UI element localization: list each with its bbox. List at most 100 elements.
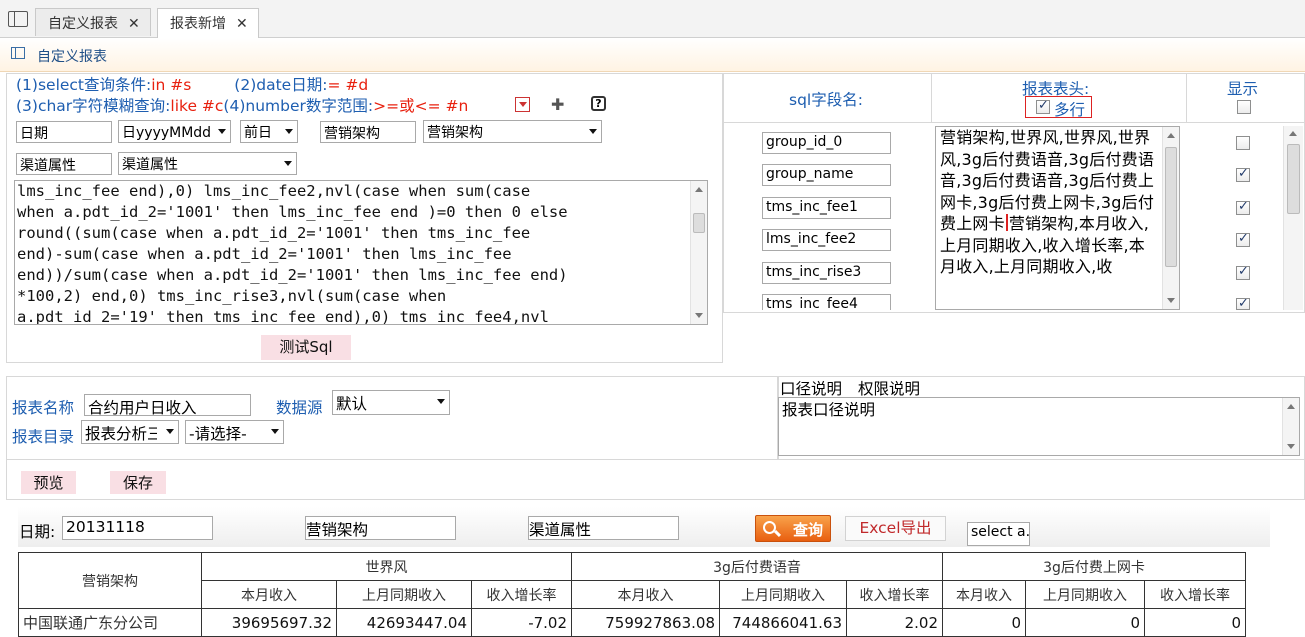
divider: [931, 73, 932, 123]
channel-label-field[interactable]: 渠道属性: [16, 153, 112, 175]
display-heading: 显示: [1227, 80, 1259, 98]
report-name-label: 报表名称: [12, 399, 75, 417]
sql-preview-input[interactable]: select a.c: [967, 522, 1030, 546]
field-name-list: group_id_0 group_name tms_inc_fee1 lms_i…: [725, 124, 931, 310]
cell-value: 744866041.63: [719, 608, 847, 637]
date-label-field[interactable]: 日期: [16, 121, 112, 143]
multiline-label: 多行: [1054, 101, 1086, 119]
select-value: 日yyyyMMdd: [122, 125, 212, 141]
result-table: 营销架构 世界风 3g后付费语音 3g后付费上网卡 本月收入 上月同期收入 收入…: [18, 552, 1246, 637]
sub-header: 本月收入: [942, 580, 1026, 609]
help-icon[interactable]: ?: [591, 96, 606, 111]
report-header-textarea[interactable]: 营销架构,世界风,世界风,世界风,3g后付费语音,3g后付费语音,3g后付费语音…: [935, 126, 1180, 310]
field-name-input[interactable]: lms_inc_fee2: [762, 229, 891, 251]
datasource-label: 数据源: [276, 399, 323, 417]
scrollbar[interactable]: [1162, 127, 1179, 309]
sql-text: lms_inc_fee end),0) lms_inc_fee2,nvl(cas…: [17, 182, 568, 325]
hint-value: in #s: [151, 76, 192, 94]
select-value: 渠道属性: [122, 157, 178, 173]
header-text: 营销架构,世界风,世界风,世界风,3g后付费语音,3g后付费语音,3g后付费语音…: [936, 127, 1179, 278]
dropdown-icon[interactable]: [515, 97, 530, 112]
display-checkbox[interactable]: [1236, 136, 1250, 150]
hint-value: = #d: [327, 76, 369, 94]
test-sql-button[interactable]: 测试Sql: [261, 335, 351, 360]
display-checkbox[interactable]: [1236, 231, 1250, 247]
multiline-checkbox[interactable]: [1036, 98, 1050, 114]
tab-custom-report[interactable]: 自定义报表 ✕: [35, 8, 151, 36]
sub-header: 本月收入: [571, 580, 720, 609]
datasource-select[interactable]: 默认: [332, 390, 450, 415]
date-format-select[interactable]: 日yyyyMMdd: [118, 120, 231, 143]
window-icon: [11, 47, 25, 59]
cell-value: 2.02: [846, 608, 943, 637]
cell-value: 42693447.04: [336, 608, 472, 637]
query-org-input[interactable]: 营销架构: [305, 516, 456, 540]
scrollbar[interactable]: [1282, 398, 1299, 455]
sub-header: 上月同期收入: [336, 580, 472, 609]
syntax-hints: (1)select查询条件:in #s (2)date日期:= #d (3)ch…: [16, 75, 468, 117]
action-bar: [6, 460, 1305, 500]
add-icon[interactable]: ✚: [551, 95, 564, 114]
close-icon[interactable]: ✕: [236, 16, 248, 32]
cell-value: 0: [1144, 608, 1246, 637]
excel-export-button[interactable]: Excel导出: [845, 516, 946, 541]
display-all-checkbox[interactable]: [1237, 100, 1251, 114]
caliber-text: 报表口径说明: [782, 401, 876, 419]
hint-label: (3)char字符模糊查询:: [16, 97, 171, 115]
sub-header: 上月同期收入: [719, 580, 847, 609]
close-icon[interactable]: ✕: [128, 16, 140, 32]
sidebar-toggle-icon[interactable]: [8, 11, 28, 27]
select-value: 前日: [244, 125, 272, 141]
hint-value: like #c: [170, 97, 224, 115]
query-date-input[interactable]: 20131118: [62, 516, 213, 540]
sub-header: 收入增长率: [846, 580, 943, 609]
display-checkbox[interactable]: [1236, 264, 1250, 280]
field-name-input[interactable]: tms_inc_fee4: [762, 294, 891, 310]
tab-new-report[interactable]: 报表新增 ✕: [157, 8, 259, 39]
select-value: 默认: [336, 395, 368, 413]
scrollbar[interactable]: [690, 181, 707, 324]
cell-value: 0: [942, 608, 1026, 637]
preview-button[interactable]: 预览: [21, 471, 76, 494]
date-offset-select[interactable]: 前日: [240, 120, 298, 143]
sql-textarea[interactable]: lms_inc_fee end),0) lms_inc_fee2,nvl(cas…: [14, 180, 708, 325]
group-header: 世界风: [201, 552, 572, 581]
report-name-input[interactable]: 合约用户日收入: [84, 394, 251, 416]
text-caret: [1005, 214, 1008, 231]
hint-value: >=或<= #n: [373, 97, 469, 115]
display-checkbox[interactable]: [1236, 166, 1250, 182]
tab-label: 报表新增: [170, 16, 226, 32]
cell-value: 39695697.32: [201, 608, 337, 637]
query-button[interactable]: 查询: [755, 515, 831, 542]
group-header: 3g后付费语音: [571, 552, 943, 581]
field-name-input[interactable]: group_id_0: [762, 132, 891, 154]
cell-value: -7.02: [471, 608, 572, 637]
caliber-textarea[interactable]: 报表口径说明: [778, 397, 1300, 456]
save-button[interactable]: 保存: [110, 471, 166, 494]
scrollbar[interactable]: [1283, 126, 1303, 310]
field-name-input[interactable]: tms_inc_rise3: [762, 262, 891, 284]
group-header: 3g后付费上网卡: [942, 552, 1246, 581]
cell-value: 759927863.08: [571, 608, 720, 637]
sub-header: 上月同期收入: [1025, 580, 1145, 609]
tab-caliber[interactable]: 口径说明: [780, 380, 842, 398]
caliber-tabs: 口径说明 权限说明: [780, 377, 920, 399]
org-label-field[interactable]: 营销架构: [320, 121, 416, 143]
field-name-input[interactable]: group_name: [762, 164, 891, 186]
catalog-select[interactable]: 报表分析三: [81, 420, 179, 444]
query-channel-input[interactable]: 渠道属性: [528, 516, 679, 540]
display-checkbox[interactable]: [1236, 199, 1250, 215]
tab-permission[interactable]: 权限说明: [858, 380, 920, 398]
divider: [1186, 73, 1187, 123]
hint-label: (2)date日期:: [234, 76, 328, 94]
sub-header: 本月收入: [201, 580, 337, 609]
field-name-input[interactable]: tms_inc_fee1: [762, 197, 891, 219]
select-value: 营销架构: [427, 125, 483, 141]
org-select[interactable]: 营销架构: [423, 120, 602, 143]
select-value: 报表分析三: [85, 425, 157, 443]
channel-select[interactable]: 渠道属性: [118, 152, 297, 175]
display-checkbox[interactable]: [1236, 298, 1250, 310]
catalog-sub-select[interactable]: -请选择-: [185, 420, 284, 444]
sql-field-name-heading: sql字段名:: [789, 91, 863, 109]
multiline-toggle[interactable]: 多行: [1025, 96, 1092, 119]
